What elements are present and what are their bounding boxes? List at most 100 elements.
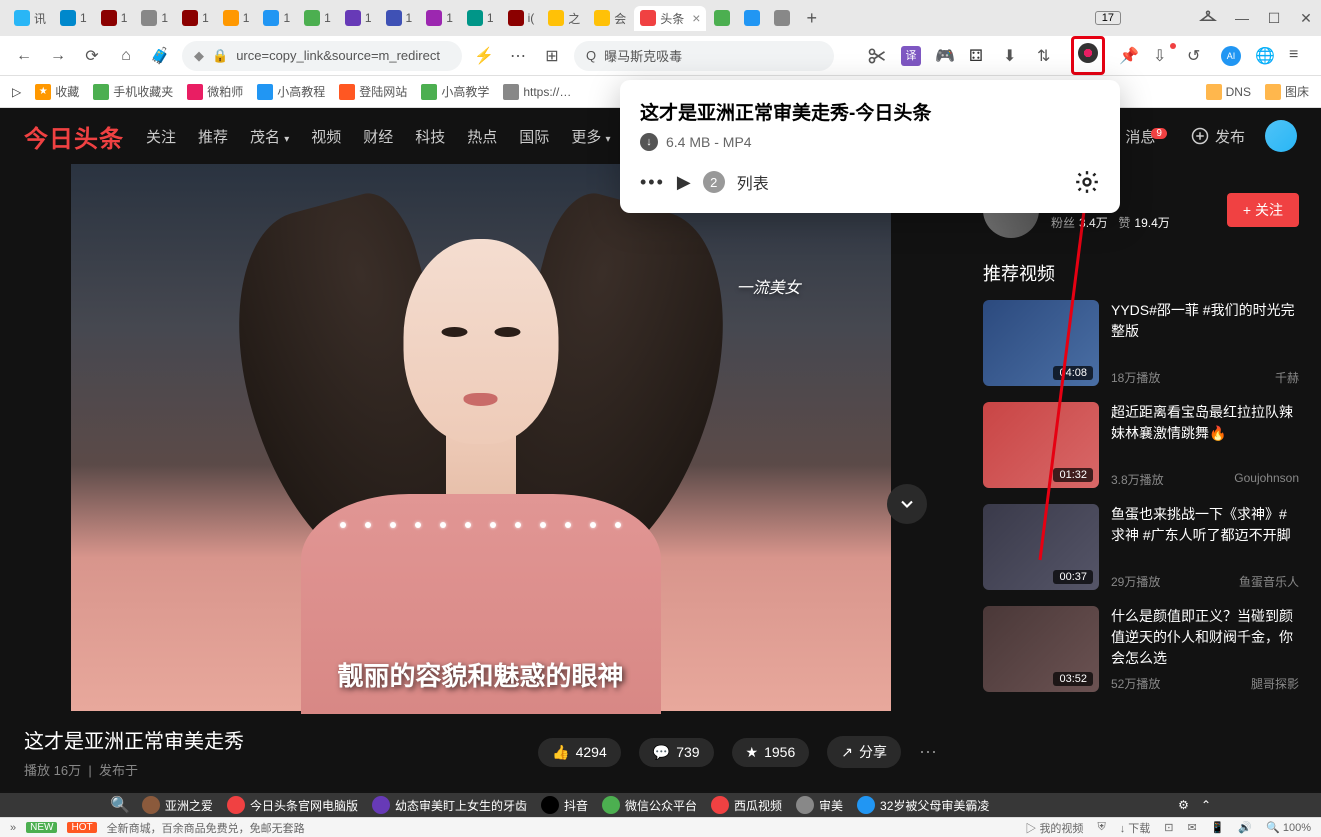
bookmark-item[interactable]: 小高教学: [421, 83, 489, 100]
browser-tab[interactable]: 讯: [8, 6, 52, 31]
browser-tab[interactable]: 1: [298, 6, 337, 30]
promo-text[interactable]: 全新商城，百余商品免费兑，免邮无套路: [107, 820, 305, 836]
download-icon[interactable]: ⬇: [1003, 46, 1023, 66]
browser-tab[interactable]: 1: [176, 6, 215, 30]
quick-access-item[interactable]: 亚洲之爱: [142, 796, 213, 814]
tab-counter[interactable]: 17: [1095, 11, 1121, 25]
more-icon[interactable]: ⋯: [506, 44, 530, 68]
bookmark-item[interactable]: 小高教程: [257, 83, 325, 100]
extensions-icon[interactable]: ⊞: [540, 44, 564, 68]
browser-tab[interactable]: 1: [54, 6, 93, 30]
game-icon[interactable]: 🎮: [935, 46, 955, 66]
quick-access-item[interactable]: 西瓜视频: [711, 796, 782, 814]
comment-button[interactable]: 💬739: [639, 738, 714, 767]
dice-icon[interactable]: ⚃: [969, 46, 989, 66]
bookmark-item[interactable]: 微粕师: [187, 83, 243, 100]
browser-tab[interactable]: [738, 6, 766, 30]
favorite-button[interactable]: ★1956: [732, 738, 810, 767]
browser-tab[interactable]: 1: [339, 6, 378, 30]
shield-status-icon[interactable]: ⛨: [1097, 821, 1105, 834]
history-icon[interactable]: ↺: [1187, 46, 1207, 66]
user-avatar[interactable]: [1265, 120, 1297, 152]
wardrobe-icon[interactable]: [1199, 9, 1217, 27]
search-icon[interactable]: 🔍: [110, 795, 130, 815]
menu-icon[interactable]: ≡: [1289, 46, 1309, 66]
browser-tab[interactable]: 1: [95, 6, 134, 30]
browser-tab[interactable]: 1: [420, 6, 459, 30]
pin-icon[interactable]: 📌: [1119, 46, 1139, 66]
expand-taskbar-icon[interactable]: ⌃: [1201, 798, 1211, 812]
close-icon[interactable]: ×: [692, 10, 700, 26]
bookmark-item[interactable]: https://…: [503, 84, 571, 100]
recommended-item[interactable]: 01:32 超近距离看宝岛最红拉拉队辣妹林襄激情跳舞🔥 3.8万播放Goujoh…: [983, 402, 1299, 488]
play-bookmark-icon[interactable]: ▷: [12, 85, 21, 99]
translate-icon[interactable]: 译: [901, 46, 921, 66]
more-actions-icon[interactable]: ⋯: [919, 742, 937, 763]
browser-tab[interactable]: 1: [380, 6, 419, 30]
recommended-item[interactable]: 03:52 什么是颜值即正义？当碰到颜值逆天的仆人和财阀千金，你会怎么选 52万…: [983, 606, 1299, 692]
volume-icon[interactable]: 🔊: [1238, 821, 1252, 834]
browser-tab-active[interactable]: 头条 ×: [634, 6, 706, 31]
site-logo[interactable]: 今日头条: [24, 119, 124, 154]
home-button[interactable]: ⌂: [114, 44, 138, 68]
bookmark-folder[interactable]: DNS: [1206, 83, 1251, 100]
highlighted-extension[interactable]: [1071, 36, 1105, 75]
maximize-button[interactable]: ☐: [1267, 11, 1281, 25]
browser-tab[interactable]: 1: [217, 6, 256, 30]
url-input[interactable]: ◆ 🔒 urce=copy_link&source=m_redirect: [182, 41, 462, 71]
quick-access-item[interactable]: 32岁被父母审美霸凌: [857, 796, 989, 814]
recommended-item[interactable]: 04:08 YYDS#邵一菲 #我们的时光完整版 18万播放千赫: [983, 300, 1299, 386]
my-video-link[interactable]: ▷ 我的视频: [1025, 820, 1083, 836]
bookmark-item[interactable]: ★收藏: [35, 83, 79, 100]
browser-tab[interactable]: 1: [257, 6, 296, 30]
globe-icon[interactable]: 🌐: [1255, 46, 1275, 66]
mobile-icon[interactable]: 📱: [1211, 821, 1225, 834]
chevron-icon[interactable]: »: [10, 822, 16, 834]
forward-button[interactable]: →: [46, 44, 70, 68]
like-button[interactable]: 👍4294: [538, 738, 621, 767]
bookmark-folder[interactable]: 图床: [1265, 83, 1309, 100]
zoom-level[interactable]: 🔍 100%: [1266, 821, 1311, 834]
settings-icon[interactable]: ⚙: [1178, 798, 1189, 812]
browser-tab[interactable]: 1: [461, 6, 500, 30]
recommended-item[interactable]: 00:37 鱼蛋也来挑战一下《求神》#求神 #广东人听了都迈不开脚 29万播放鱼…: [983, 504, 1299, 590]
more-options-icon[interactable]: •••: [640, 172, 665, 193]
search-input[interactable]: Q 曝马斯克吸毒: [574, 41, 834, 71]
reload-button[interactable]: ⟳: [80, 44, 104, 68]
download-status[interactable]: ↓ 下载: [1120, 820, 1151, 836]
browser-tab[interactable]: 之: [542, 6, 586, 31]
list-label[interactable]: 列表: [737, 170, 769, 194]
quick-access-item[interactable]: 审美: [796, 796, 843, 814]
browser-tab[interactable]: 会: [588, 6, 632, 31]
mail-icon[interactable]: ✉: [1187, 821, 1196, 834]
messages-link[interactable]: 消息9: [1125, 126, 1171, 147]
back-button[interactable]: ←: [12, 44, 36, 68]
bookmark-item[interactable]: 登陆网站: [339, 83, 407, 100]
sync-icon[interactable]: ⇅: [1037, 46, 1057, 66]
quick-access-item[interactable]: 幼态审美盯上女生的牙齿: [372, 796, 527, 814]
quick-access-item[interactable]: 微信公众平台: [602, 796, 697, 814]
scissors-icon[interactable]: [867, 46, 887, 66]
browser-tab[interactable]: i(: [502, 6, 541, 30]
downloads-icon[interactable]: ⇩: [1153, 46, 1173, 66]
bookmark-item[interactable]: 手机收藏夹: [93, 83, 173, 100]
nav-item[interactable]: 关注: [146, 126, 176, 147]
new-tab-button[interactable]: +: [798, 4, 825, 33]
flash-icon[interactable]: ⚡: [472, 44, 496, 68]
briefcase-icon[interactable]: 🧳: [148, 44, 172, 68]
browser-tab[interactable]: 1: [135, 6, 174, 30]
browser-tab[interactable]: [708, 6, 736, 30]
collapse-button[interactable]: [887, 484, 927, 524]
publish-button[interactable]: 发布: [1191, 126, 1245, 147]
pip-icon[interactable]: ⊡: [1164, 821, 1173, 834]
share-button[interactable]: ↗分享: [827, 736, 901, 768]
video-player[interactable]: 一流美女 靓丽的容貌和魅惑的眼神: [71, 164, 891, 711]
ai-icon[interactable]: AI: [1221, 46, 1241, 66]
nav-item[interactable]: 推荐: [198, 126, 228, 147]
quick-access-item[interactable]: 今日头条官网电脑版: [227, 796, 358, 814]
gear-icon[interactable]: [1074, 169, 1100, 195]
play-icon[interactable]: ▶: [677, 172, 691, 193]
quick-access-item[interactable]: 抖音: [541, 796, 588, 814]
close-button[interactable]: ✕: [1299, 11, 1313, 25]
follow-button[interactable]: + 关注: [1227, 193, 1299, 227]
